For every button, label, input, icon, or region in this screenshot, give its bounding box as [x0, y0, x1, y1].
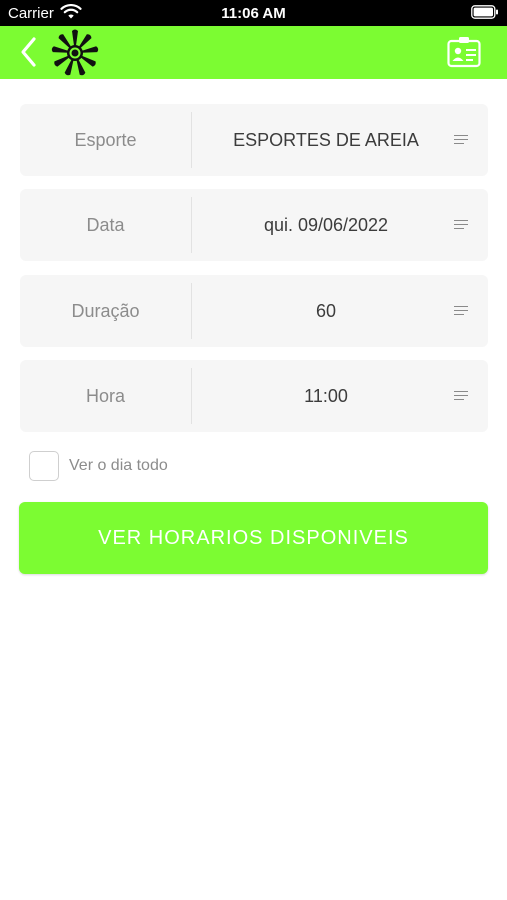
status-bar: Carrier 11:06 AM	[0, 0, 507, 26]
whole-day-label: Ver o dia todo	[69, 457, 168, 474]
battery-icon	[471, 5, 498, 19]
date-selector[interactable]: Data qui. 09/06/2022	[20, 189, 488, 261]
clock: 11:06 AM	[221, 5, 286, 22]
see-available-times-button[interactable]: VER HORARIOS DISPONIVEIS	[19, 502, 488, 574]
menu-lines-icon	[454, 391, 468, 401]
duration-label: Duração	[71, 301, 140, 321]
date-value[interactable]: qui. 09/06/2022	[192, 189, 460, 261]
menu-lines-icon	[454, 306, 468, 316]
sport-label: Esporte	[74, 130, 137, 150]
whole-day-checkbox[interactable]	[29, 451, 59, 481]
sport-value[interactable]: ESPORTES DE AREIA	[192, 104, 460, 176]
time-selector[interactable]: Hora 11:00	[20, 360, 488, 432]
menu-lines-icon	[454, 135, 468, 145]
time-value[interactable]: 11:00	[192, 360, 460, 432]
duration-value[interactable]: 60	[192, 275, 460, 347]
nav-bar	[0, 26, 507, 79]
menu-lines-icon	[454, 220, 468, 230]
chevron-left-icon[interactable]	[18, 36, 40, 68]
time-label: Hora	[85, 386, 125, 406]
sun-logo	[51, 29, 99, 76]
duration-selector[interactable]: Duração 60	[20, 275, 488, 347]
contact-card-icon[interactable]	[447, 36, 481, 68]
sport-selector[interactable]: Esporte ESPORTES DE AREIA	[20, 104, 488, 176]
date-label: Data	[86, 215, 125, 235]
